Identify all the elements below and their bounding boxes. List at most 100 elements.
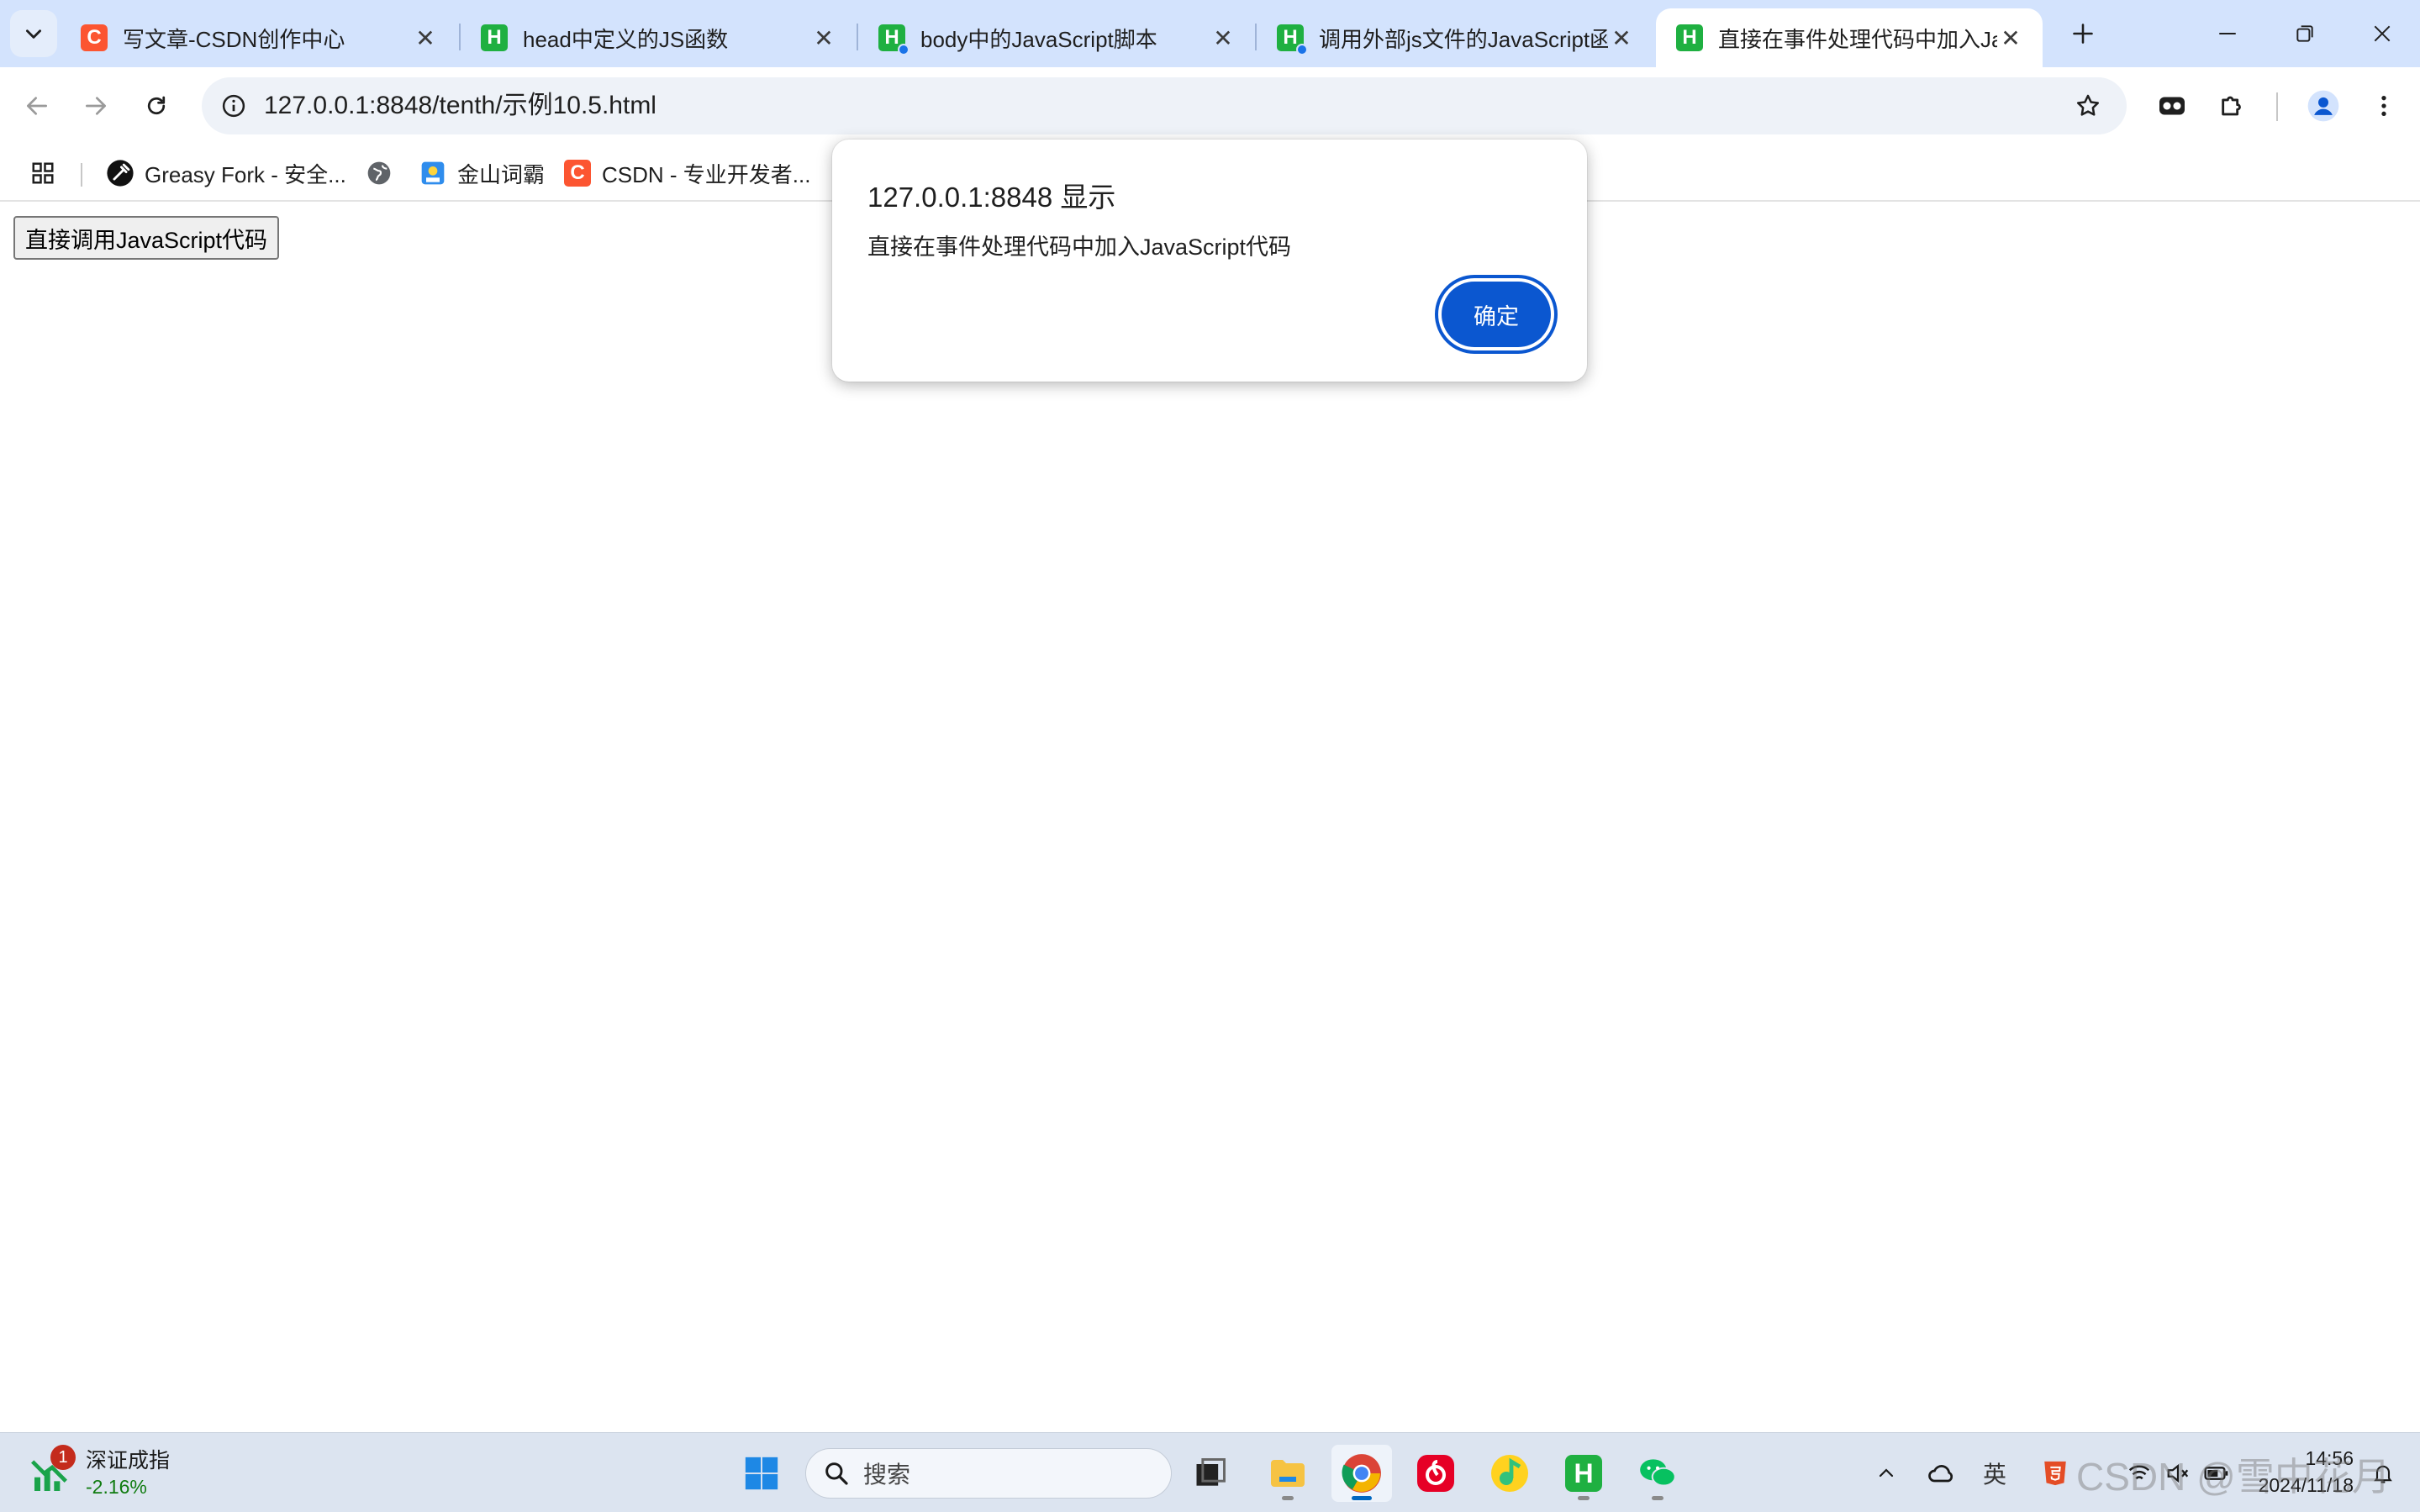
tab-title: 写文章-CSDN创作中心 — [123, 26, 345, 52]
widget-name: 深证成指 — [86, 1449, 171, 1472]
alert-dialog: 127.0.0.1:8848 显示 直接在事件处理代码中加入JavaScript… — [832, 140, 1587, 382]
close-icon[interactable]: ✕ — [1608, 24, 1635, 51]
browser-menu-button[interactable] — [2360, 82, 2407, 129]
start-button[interactable] — [731, 1445, 792, 1502]
netease-music-app[interactable] — [1405, 1445, 1466, 1502]
wechat-icon — [1640, 1459, 1676, 1487]
tab-head-js[interactable]: H head中定义的JS函数 ✕ — [461, 8, 856, 67]
file-explorer-app[interactable] — [1257, 1445, 1318, 1502]
taskbar-search[interactable]: 搜索 — [805, 1448, 1172, 1499]
tab-event-js-active[interactable]: H 直接在事件处理代码中加入Java ✕ — [1656, 8, 2043, 67]
bookmark-globe[interactable] — [365, 153, 403, 193]
back-button[interactable] — [13, 82, 61, 129]
hbuilder-icon: H — [481, 24, 508, 51]
tab-csdn-editor[interactable]: C 写文章-CSDN创作中心 ✕ — [61, 8, 457, 67]
bookmark-label: Greasy Fork - 安全... — [145, 161, 346, 187]
reload-icon — [147, 96, 166, 115]
dialog-title: 127.0.0.1:8848 显示 — [867, 182, 1116, 213]
dialog-message: 直接在事件处理代码中加入JavaScript代码 — [867, 234, 1292, 260]
tab-body-js[interactable]: H body中的JavaScript脚本 ✕ — [858, 8, 1255, 67]
avatar-icon — [2307, 90, 2339, 122]
bookmarks-divider — [81, 163, 82, 187]
bookmark-iciba[interactable]: 金山词霸 — [419, 153, 545, 193]
forward-button[interactable] — [72, 82, 119, 129]
netease-music-icon — [1417, 1455, 1454, 1492]
running-indicator — [1578, 1496, 1590, 1500]
windows-taskbar: 1 深证成指 -2.16% 搜索 H 英 14:56 2024/11/18 CS… — [0, 1432, 2420, 1512]
close-window-button[interactable] — [2344, 0, 2420, 67]
hbuilder-icon: H — [1277, 24, 1308, 55]
reload-button[interactable] — [133, 82, 180, 129]
task-view-icon — [1196, 1458, 1226, 1486]
new-tab-button[interactable] — [2061, 12, 2105, 55]
close-icon — [2374, 25, 2391, 42]
wechat-app[interactable] — [1627, 1445, 1688, 1502]
globe-icon — [365, 159, 393, 187]
puzzle-icon — [2222, 96, 2241, 116]
profile-button[interactable] — [2300, 82, 2347, 129]
stock-chart-icon: 1 — [29, 1445, 76, 1497]
tab-title: head中定义的JS函数 — [523, 26, 729, 52]
hbuilder-icon: H — [878, 24, 909, 55]
hbuilder-icon: H — [1565, 1455, 1602, 1492]
csdn-watermark: CSDN @雪中花月 — [2076, 1455, 2391, 1499]
chevron-up-icon — [1879, 1468, 1894, 1478]
close-icon[interactable]: ✕ — [810, 24, 837, 51]
windows-logo-icon — [745, 1457, 778, 1490]
greasyfork-icon — [106, 159, 134, 187]
tab-title: 调用外部js文件的JavaScript函 — [1319, 26, 1608, 52]
bookmark-csdn[interactable]: C CSDN - 专业开发者... — [563, 153, 810, 193]
tab-search-button[interactable] — [10, 10, 57, 57]
close-icon[interactable]: ✕ — [1210, 24, 1236, 51]
plus-icon — [2073, 24, 2093, 44]
qq-music-icon — [1491, 1455, 1528, 1492]
restore-icon — [2296, 25, 2313, 42]
bookmark-star-button[interactable] — [2068, 86, 2108, 126]
call-javascript-button[interactable]: 直接调用JavaScript代码 — [13, 216, 279, 260]
bookmark-greasyfork[interactable]: Greasy Fork - 安全... — [106, 153, 346, 193]
hbuilder-app[interactable]: H — [1553, 1445, 1614, 1502]
running-indicator — [1652, 1496, 1663, 1500]
qq-music-app[interactable] — [1479, 1445, 1540, 1502]
dialog-ok-button[interactable]: 确定 — [1442, 282, 1551, 347]
running-indicator — [1282, 1496, 1294, 1500]
minimize-button[interactable] — [2189, 0, 2266, 67]
notification-badge: 1 — [50, 1445, 76, 1470]
onedrive-button[interactable] — [1918, 1450, 1964, 1497]
iciba-icon — [419, 159, 447, 187]
close-icon[interactable]: ✕ — [412, 24, 439, 51]
apps-button[interactable] — [29, 153, 67, 193]
task-view-app[interactable] — [1180, 1445, 1241, 1502]
hbuilder-icon: H — [1676, 24, 1703, 51]
cloud-icon — [1928, 1465, 1953, 1483]
show-hidden-icons-button[interactable] — [1868, 1450, 1905, 1497]
restore-button[interactable] — [2266, 0, 2344, 67]
chevron-down-icon — [26, 29, 41, 39]
address-bar[interactable]: 127.0.0.1:8848/tenth/示例10.5.html — [202, 77, 2127, 134]
bookmark-label: 金山词霸 — [457, 161, 546, 187]
extensions-menu-button[interactable] — [2209, 82, 2256, 129]
toolbar-divider — [2276, 92, 2278, 121]
star-icon — [2077, 94, 2099, 116]
extension-button[interactable] — [2148, 82, 2196, 129]
chrome-app[interactable] — [1331, 1445, 1392, 1502]
stock-widget[interactable]: 1 深证成指 -2.16% — [29, 1445, 170, 1502]
tab-external-js[interactable]: H 调用外部js文件的JavaScript函 ✕ — [1257, 8, 1653, 67]
activity-dot — [1296, 44, 1308, 55]
html5-tray-button[interactable] — [2034, 1450, 2076, 1497]
tab-title: body中的JavaScript脚本 — [920, 26, 1157, 52]
search-placeholder: 搜索 — [863, 1462, 911, 1488]
tab-title: 直接在事件处理代码中加入Java — [1718, 26, 1997, 52]
minimize-icon — [2219, 33, 2236, 34]
ime-indicator[interactable]: 英 — [1974, 1450, 2016, 1497]
site-info-button[interactable] — [214, 86, 254, 126]
info-icon — [222, 94, 245, 118]
chrome-icon — [1342, 1454, 1381, 1493]
more-vertical-icon — [2381, 96, 2386, 116]
search-icon — [825, 1462, 848, 1485]
bookmark-label: CSDN - 专业开发者... — [602, 161, 811, 187]
tab-strip: C 写文章-CSDN创作中心 ✕ H head中定义的JS函数 ✕ H body… — [0, 0, 2420, 67]
active-indicator — [1352, 1496, 1372, 1500]
close-icon[interactable]: ✕ — [1997, 24, 2024, 51]
url-text[interactable]: 127.0.0.1:8848/tenth/示例10.5.html — [264, 77, 656, 134]
